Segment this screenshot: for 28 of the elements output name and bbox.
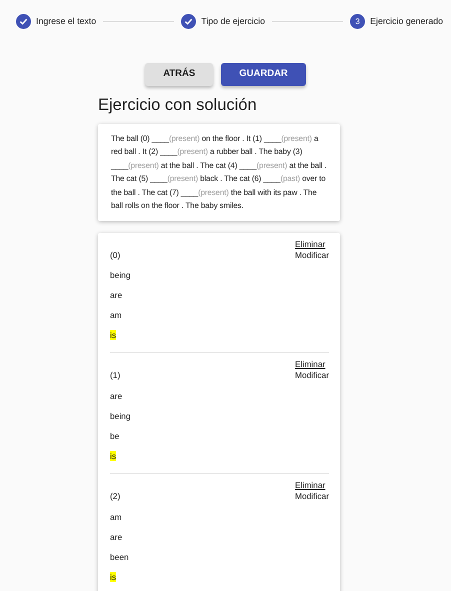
- answer-option: am: [110, 512, 122, 522]
- answer-option: being: [110, 270, 130, 280]
- save-button[interactable]: GUARDAR: [221, 63, 306, 86]
- question-number: (0): [110, 248, 122, 262]
- question-number: (1): [110, 369, 122, 382]
- answer-option: been: [110, 552, 129, 562]
- answer-option: are: [110, 290, 122, 300]
- step-label: Ejercicio generado: [370, 14, 444, 28]
- answer-option: being: [110, 411, 130, 422]
- page-heading: Ejercicio con solución: [98, 96, 258, 116]
- delete-link[interactable]: Eliminar: [295, 359, 326, 370]
- step-label: Tipo de ejercicio: [201, 14, 266, 28]
- answer-option: am: [110, 310, 122, 320]
- question-number: (2): [110, 490, 122, 503]
- delete-link[interactable]: Eliminar: [295, 480, 326, 492]
- answer-option: is: [110, 451, 116, 462]
- answer-option: are: [110, 391, 122, 402]
- answer-option: are: [110, 532, 122, 542]
- step-number: 3: [350, 14, 366, 29]
- back-button[interactable]: ATRÁS: [145, 63, 214, 86]
- answer-option: is: [110, 330, 116, 340]
- answer-option: be: [110, 431, 120, 442]
- edit-link[interactable]: Modificar: [295, 250, 329, 261]
- delete-link[interactable]: Eliminar: [295, 238, 326, 250]
- edit-link[interactable]: Modificar: [295, 491, 329, 502]
- answer-option: is: [110, 572, 116, 582]
- edit-link[interactable]: Modificar: [295, 370, 329, 382]
- step-label: Ingrese el texto: [36, 14, 96, 28]
